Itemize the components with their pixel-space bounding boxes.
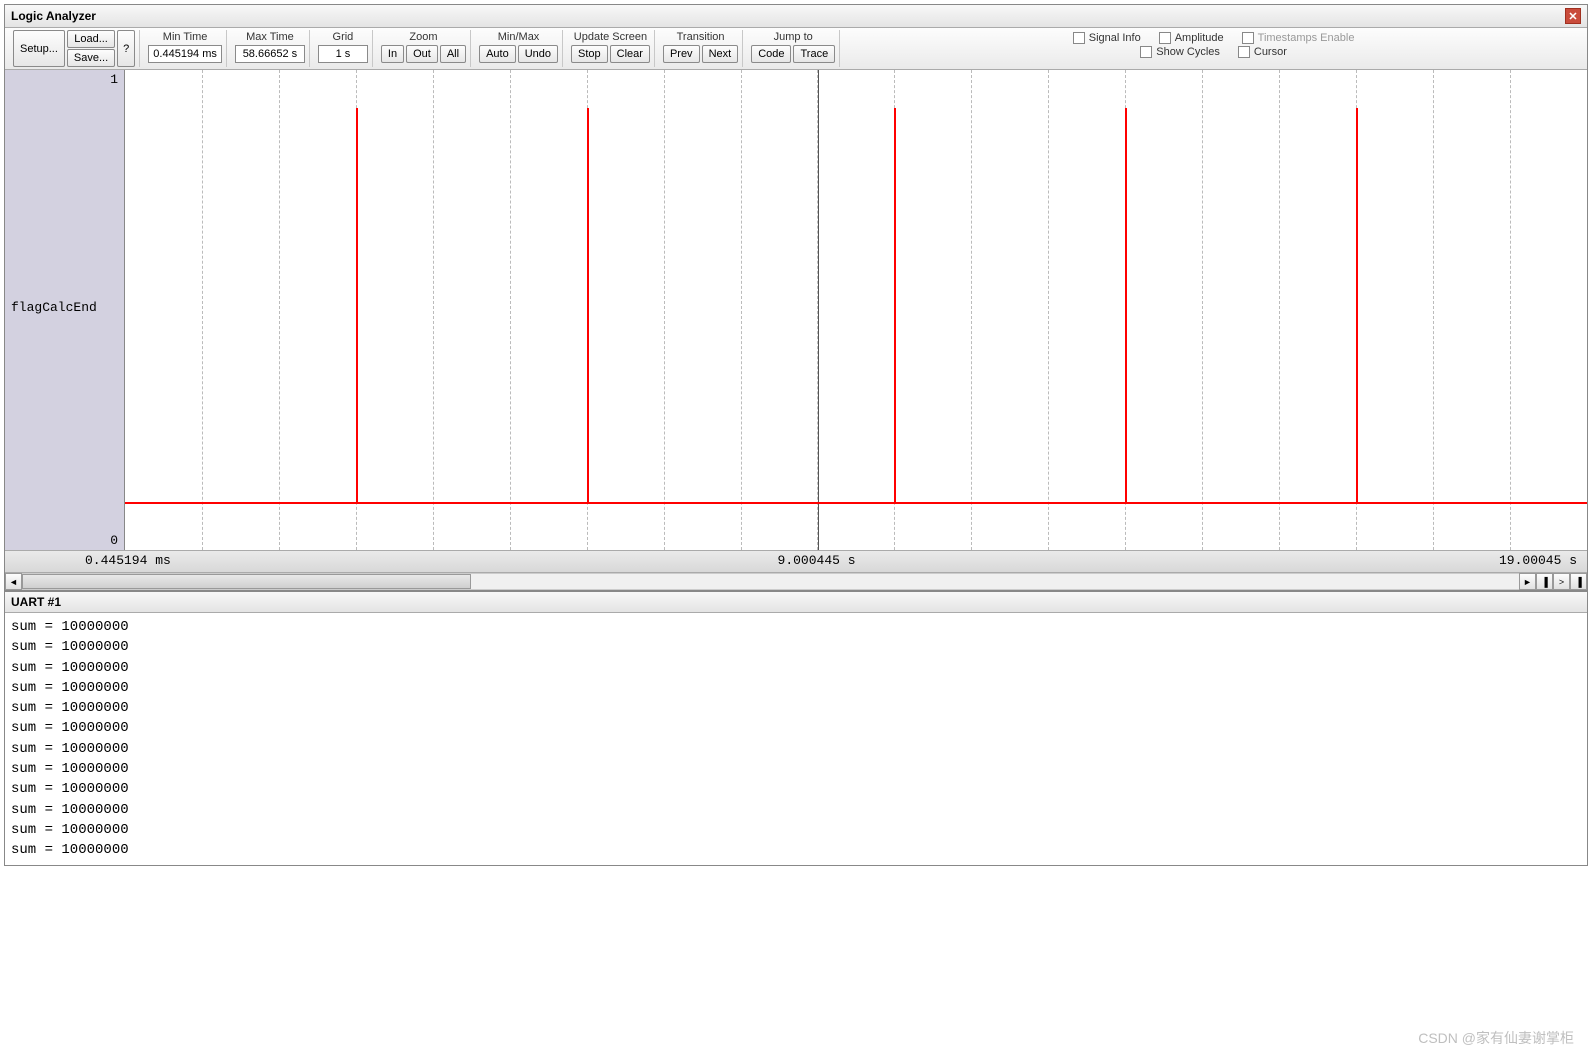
grid-label: Grid: [331, 30, 356, 44]
zoom-out-button[interactable]: Out: [406, 45, 438, 63]
trace-spike: [1356, 108, 1358, 504]
cursor-check[interactable]: Cursor: [1238, 46, 1287, 58]
grid-line: [1510, 70, 1511, 550]
help-button[interactable]: ?: [117, 30, 135, 67]
plot-y-axis: 1 flagCalcEnd 0: [5, 70, 125, 550]
double-chevron-right-icon: >: [1559, 577, 1564, 587]
signal-info-check[interactable]: Signal Info: [1073, 32, 1141, 44]
amplitude-check[interactable]: Amplitude: [1159, 32, 1224, 44]
minmax-group: Min/Max Auto Undo: [475, 30, 563, 67]
uart-output: sum = 10000000 sum = 10000000 sum = 1000…: [5, 613, 1587, 865]
scroll-end-button[interactable]: ▐: [1536, 573, 1553, 590]
time-left-label: 0.445194 ms: [85, 553, 171, 568]
checkbox-icon: [1159, 32, 1171, 44]
trace-spike: [894, 108, 896, 504]
logic-analyzer-titlebar: Logic Analyzer ✕: [5, 5, 1587, 28]
setup-button[interactable]: Setup...: [13, 30, 65, 67]
grid-line: [1202, 70, 1203, 550]
close-icon: ✕: [1568, 10, 1577, 23]
transition-next-button[interactable]: Next: [702, 45, 739, 63]
checkbox-icon: [1140, 46, 1152, 58]
bar-right-icon: ▐: [1541, 577, 1547, 587]
time-axis: 0.445194 ms 9.000445 s 19.00045 s: [5, 550, 1587, 572]
chevron-right-icon: ►: [1523, 577, 1532, 587]
checkbox-icon: [1238, 46, 1250, 58]
chevron-left-icon: ◄: [9, 577, 18, 587]
show-cycles-check[interactable]: Show Cycles: [1140, 46, 1220, 58]
plot-canvas[interactable]: [125, 70, 1587, 550]
zoom-all-button[interactable]: All: [440, 45, 466, 63]
scroll-left-button[interactable]: ◄: [5, 573, 22, 590]
logic-analyzer-title: Logic Analyzer: [11, 9, 96, 23]
checkbox-icon: [1073, 32, 1085, 44]
watermark: CSDN @家有仙妻谢掌柜: [1418, 1028, 1574, 1048]
uart-titlebar: UART #1: [5, 592, 1587, 613]
cursor-line[interactable]: [818, 70, 819, 550]
grid-line: [1433, 70, 1434, 550]
plot-area[interactable]: 1 flagCalcEnd 0: [5, 70, 1587, 550]
jump-group: Jump to Code Trace: [747, 30, 840, 67]
trace-spike: [1125, 108, 1127, 504]
max-time-label: Max Time: [244, 30, 296, 44]
jump-label: Jump to: [772, 30, 815, 44]
scroll-last-button[interactable]: ▐: [1570, 573, 1587, 590]
checks-group: Signal Info Amplitude Timestamps Enable …: [844, 30, 1583, 67]
grid-line: [664, 70, 665, 550]
minmax-auto-button[interactable]: Auto: [479, 45, 516, 63]
zoom-in-button[interactable]: In: [381, 45, 404, 63]
zoom-group: Zoom In Out All: [377, 30, 471, 67]
minmax-undo-button[interactable]: Undo: [518, 45, 558, 63]
grid-line: [279, 70, 280, 550]
grid-line: [741, 70, 742, 550]
scroll-track[interactable]: [22, 573, 1519, 590]
minmax-label: Min/Max: [496, 30, 542, 44]
max-time-value: 58.66652 s: [235, 45, 305, 63]
transition-group: Transition Prev Next: [659, 30, 743, 67]
logic-analyzer-toolbar: Setup... Load... Save... ? Min Time 0.44…: [5, 28, 1587, 70]
update-clear-button[interactable]: Clear: [610, 45, 650, 63]
close-button[interactable]: ✕: [1565, 8, 1581, 24]
jump-code-button[interactable]: Code: [751, 45, 791, 63]
horizontal-scrollbar[interactable]: ◄ ► ▐ > ▐: [5, 572, 1587, 590]
max-time-group: Max Time 58.66652 s: [231, 30, 310, 67]
y-max-label: 1: [110, 72, 118, 87]
load-button[interactable]: Load...: [67, 30, 115, 48]
jump-trace-button[interactable]: Trace: [793, 45, 835, 63]
bar-end-icon: ▐: [1575, 577, 1581, 587]
min-time-label: Min Time: [161, 30, 210, 44]
timestamps-enable-check: Timestamps Enable: [1242, 32, 1355, 44]
time-cursor-label: 9.000445 s: [778, 553, 856, 568]
zoom-label: Zoom: [407, 30, 439, 44]
grid-value: 1 s: [318, 45, 368, 63]
time-right-label: 19.00045 s: [1499, 553, 1577, 568]
grid-group: Grid 1 s: [314, 30, 373, 67]
grid-line: [202, 70, 203, 550]
transition-label: Transition: [675, 30, 727, 44]
transition-prev-button[interactable]: Prev: [663, 45, 700, 63]
uart-title: UART #1: [11, 595, 61, 609]
file-group: Setup... Load... Save... ?: [9, 30, 140, 67]
scroll-right-button[interactable]: ►: [1519, 573, 1536, 590]
logic-analyzer-panel: Logic Analyzer ✕ Setup... Load... Save..…: [4, 4, 1588, 591]
save-button[interactable]: Save...: [67, 49, 115, 67]
update-stop-button[interactable]: Stop: [571, 45, 608, 63]
grid-line: [1279, 70, 1280, 550]
trace-spike: [587, 108, 589, 504]
update-label: Update Screen: [572, 30, 649, 44]
grid-line: [971, 70, 972, 550]
grid-line: [433, 70, 434, 550]
signal-name-label: flagCalcEnd: [11, 300, 118, 315]
trace-spike: [356, 108, 358, 504]
scroll-thumb[interactable]: [22, 574, 471, 589]
grid-line: [510, 70, 511, 550]
grid-line: [1048, 70, 1049, 550]
uart-panel: UART #1 sum = 10000000 sum = 10000000 su…: [4, 591, 1588, 866]
trace-baseline: [125, 502, 1587, 504]
scroll-fast-right-button[interactable]: >: [1553, 573, 1570, 590]
min-time-group: Min Time 0.445194 ms: [144, 30, 227, 67]
y-min-label: 0: [110, 533, 118, 548]
min-time-value: 0.445194 ms: [148, 45, 222, 63]
update-group: Update Screen Stop Clear: [567, 30, 655, 67]
checkbox-icon: [1242, 32, 1254, 44]
